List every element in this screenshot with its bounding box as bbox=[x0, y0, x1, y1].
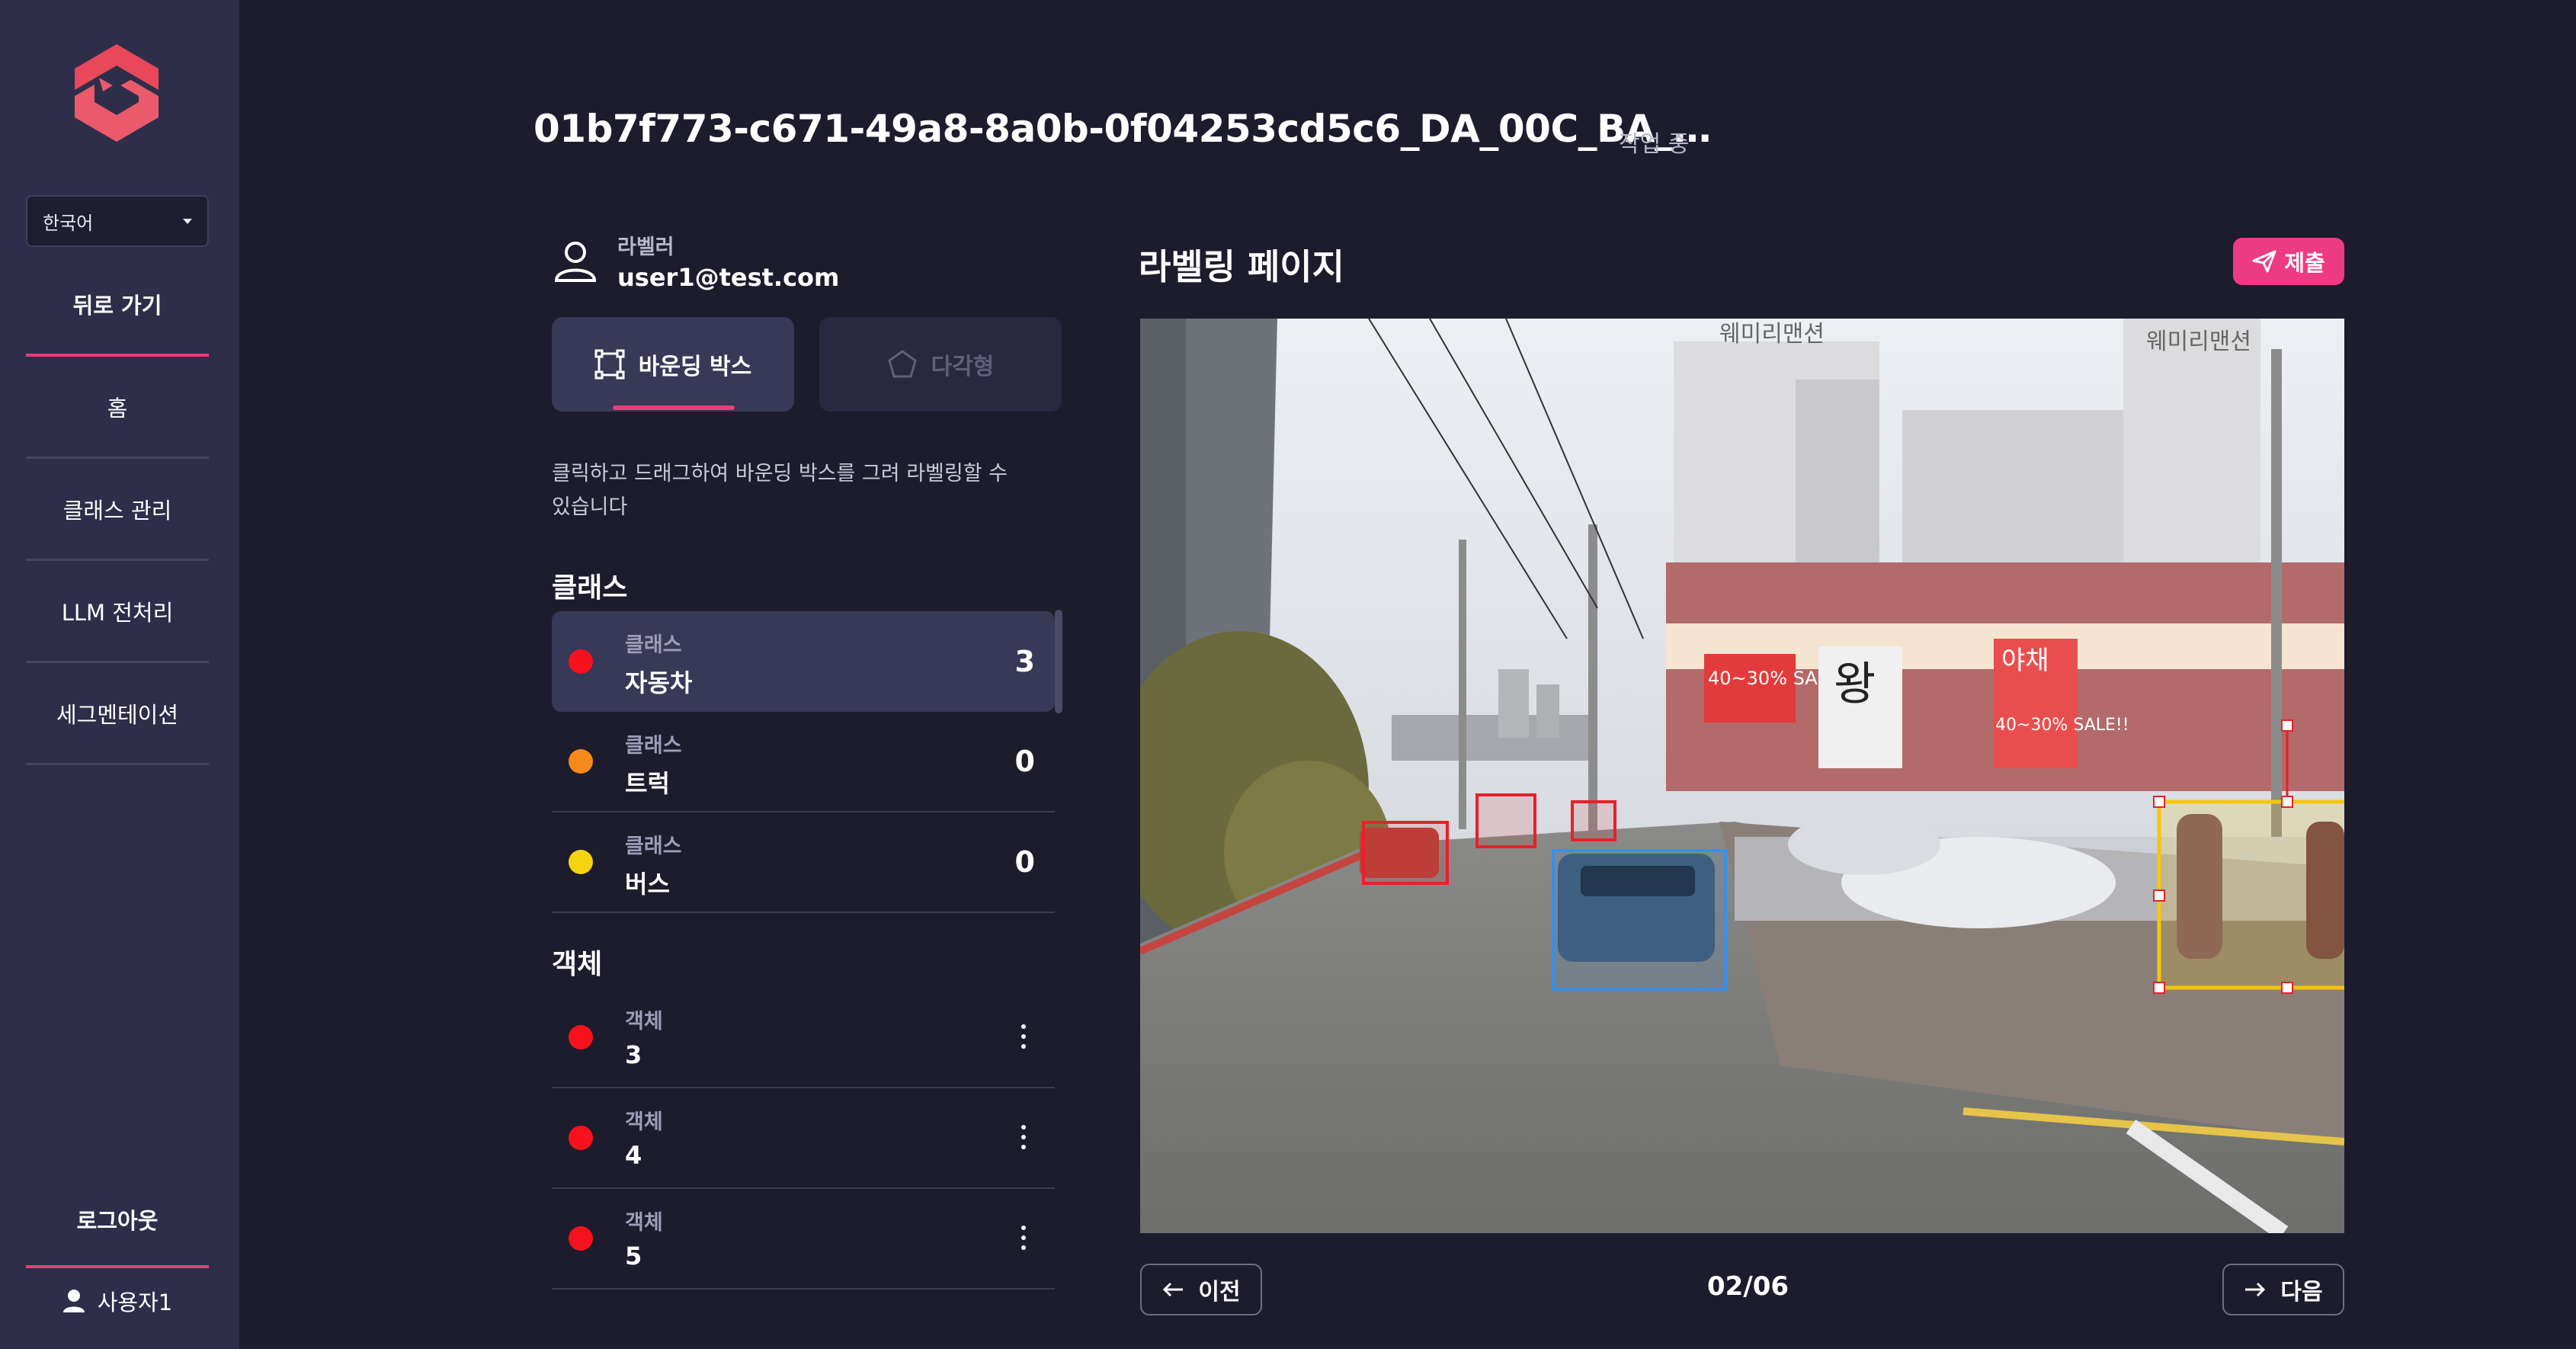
object-item-4[interactable]: 객체 4 bbox=[552, 1088, 1055, 1189]
sign-text: 웨미리맨션 bbox=[2146, 328, 2251, 355]
previous-button[interactable]: 이전 bbox=[1140, 1264, 1262, 1315]
objects-heading: 객체 bbox=[552, 949, 603, 980]
sign-text: 웨미리맨션 bbox=[1719, 321, 1825, 348]
class-color-dot bbox=[569, 649, 593, 674]
bounding-box-tool-button[interactable]: 바운딩 박스 bbox=[552, 317, 794, 412]
polygon-tool-button[interactable]: 다각형 bbox=[819, 317, 1062, 412]
sign-text: 야채 bbox=[2001, 646, 2049, 676]
sidebar-item-segmentation[interactable]: 세그멘테이션 bbox=[26, 663, 209, 765]
class-item-sublabel: 클래스 bbox=[625, 633, 682, 657]
labeling-canvas[interactable]: 웨미리맨션 웨미리맨션 40~30% SALE 왕 야채 40~30% SALE… bbox=[1140, 319, 2344, 1233]
sidebar-item-label: 세그멘테이션 bbox=[56, 701, 179, 728]
class-item-car[interactable]: 클래스 자동차 3 bbox=[552, 611, 1055, 712]
more-options-icon[interactable] bbox=[1021, 1024, 1026, 1049]
logout-label: 로그아웃 bbox=[76, 1208, 159, 1234]
class-item-truck[interactable]: 클래스 트럭 0 bbox=[552, 712, 1055, 812]
more-options-icon[interactable] bbox=[1021, 1226, 1026, 1250]
class-color-dot bbox=[569, 749, 593, 774]
class-list-scrollbar[interactable] bbox=[1055, 610, 1062, 713]
class-item-count: 0 bbox=[1014, 845, 1035, 879]
labeler-role: 라벨러 bbox=[617, 236, 674, 259]
object-item-name: 3 bbox=[625, 1040, 642, 1069]
classes-heading: 클래스 bbox=[552, 572, 628, 604]
arrow-left-icon bbox=[1163, 1282, 1184, 1297]
object-item-sublabel: 객체 bbox=[625, 1110, 663, 1134]
user-name: 사용자1 bbox=[97, 1290, 173, 1315]
labeler-email: user1@test.com bbox=[617, 263, 840, 292]
object-item-sublabel: 객체 bbox=[625, 1010, 663, 1033]
class-item-name: 버스 bbox=[625, 870, 670, 899]
send-icon bbox=[2252, 250, 2276, 273]
instruction-text: 클릭하고 드래그하여 바운딩 박스를 그려 라벨링할 수 있습니다 bbox=[552, 462, 1008, 519]
object-color-dot bbox=[569, 1226, 593, 1251]
sidebar: 한국어 뒤로 가기 홈 클래스 관리 LLM 전처리 세그멘테이션 로그아웃 사… bbox=[0, 0, 239, 1349]
labeler-info: 라벨러 user1@test.com bbox=[553, 230, 839, 292]
class-item-count: 3 bbox=[1014, 645, 1035, 678]
back-button[interactable]: 뒤로 가기 bbox=[26, 255, 209, 357]
sidebar-item-class-management[interactable]: 클래스 관리 bbox=[26, 459, 209, 561]
sidebar-item-home[interactable]: 홈 bbox=[26, 357, 209, 459]
object-item-name: 4 bbox=[625, 1141, 642, 1170]
status-badge: 작업 중 bbox=[1619, 131, 1690, 158]
class-item-name: 트럭 bbox=[625, 769, 670, 798]
bbox-annotation[interactable] bbox=[1571, 800, 1616, 841]
back-label: 뒤로 가기 bbox=[72, 293, 162, 319]
arrow-right-icon bbox=[2245, 1282, 2266, 1297]
object-item-sublabel: 객체 bbox=[625, 1211, 663, 1235]
bounding-box-icon bbox=[594, 349, 625, 380]
labeling-page-title: 라벨링 페이지 bbox=[1139, 246, 1344, 287]
sidebar-item-label: 홈 bbox=[107, 395, 128, 421]
page-title: 01b7f773-c671-49a8-8a0b-0f04253cd5c6_DA_… bbox=[533, 107, 1711, 151]
object-item-3[interactable]: 객체 3 bbox=[552, 988, 1055, 1088]
more-options-icon[interactable] bbox=[1021, 1125, 1026, 1149]
user-icon bbox=[62, 1290, 85, 1312]
street-photo: 웨미리맨션 웨미리맨션 40~30% SALE 왕 야채 40~30% SALE… bbox=[1140, 319, 2344, 1233]
language-select[interactable]: 한국어 bbox=[26, 195, 209, 247]
sidebar-item-label: LLM 전처리 bbox=[61, 599, 174, 626]
active-tool-indicator bbox=[613, 405, 735, 410]
class-color-dot bbox=[569, 850, 593, 874]
bbox-annotation[interactable] bbox=[1475, 793, 1536, 848]
user-outline-icon bbox=[554, 241, 597, 282]
submit-label: 제출 bbox=[2284, 250, 2325, 276]
class-item-name: 자동차 bbox=[625, 668, 693, 697]
language-select-value: 한국어 bbox=[43, 212, 94, 234]
page-counter: 02/06 bbox=[1707, 1271, 1789, 1302]
chevron-down-icon bbox=[183, 218, 192, 224]
object-item-5[interactable]: 객체 5 bbox=[552, 1189, 1055, 1290]
class-item-sublabel: 클래스 bbox=[625, 835, 682, 858]
app-logo-icon[interactable] bbox=[69, 41, 165, 145]
bbox-annotation[interactable] bbox=[1552, 849, 1727, 991]
object-color-dot bbox=[569, 1126, 593, 1150]
object-color-dot bbox=[569, 1025, 593, 1049]
object-item-name: 5 bbox=[625, 1242, 642, 1270]
logout-button[interactable]: 로그아웃 bbox=[26, 1174, 209, 1268]
class-item-bus[interactable]: 클래스 버스 0 bbox=[552, 812, 1055, 913]
submit-button[interactable]: 제출 bbox=[2233, 238, 2344, 285]
bounding-box-tool-label: 바운딩 박스 bbox=[638, 354, 752, 380]
sign-text: 40~30% SALE!! bbox=[1995, 716, 2129, 735]
class-item-sublabel: 클래스 bbox=[625, 734, 682, 758]
next-label: 다음 bbox=[2280, 1279, 2323, 1306]
sidebar-item-llm-preprocessing[interactable]: LLM 전처리 bbox=[26, 561, 209, 663]
next-button[interactable]: 다음 bbox=[2222, 1264, 2344, 1315]
sign-text: 왕 bbox=[1834, 658, 1876, 711]
previous-label: 이전 bbox=[1198, 1279, 1241, 1306]
bbox-annotation-selected[interactable] bbox=[2157, 799, 2344, 990]
class-item-count: 0 bbox=[1014, 745, 1035, 778]
polygon-tool-label: 다각형 bbox=[931, 354, 995, 380]
user-profile[interactable]: 사용자1 bbox=[26, 1273, 209, 1329]
polygon-icon bbox=[887, 350, 917, 378]
bbox-annotation[interactable] bbox=[1362, 821, 1449, 885]
sidebar-item-label: 클래스 관리 bbox=[62, 497, 172, 524]
